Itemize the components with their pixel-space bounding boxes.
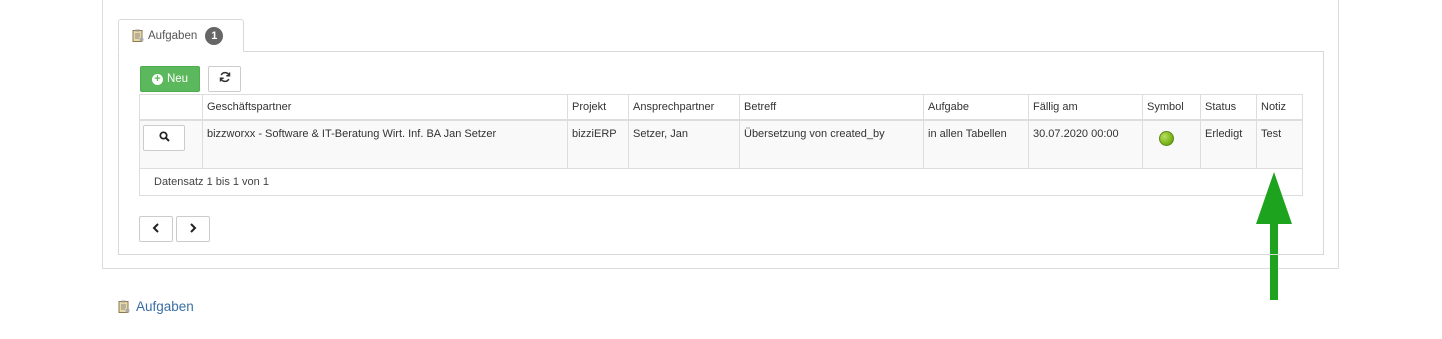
- tab-label: Aufgaben: [148, 29, 198, 42]
- tab-content-panel: [118, 51, 1324, 255]
- clipboard-icon: [118, 300, 130, 313]
- aufgaben-link[interactable]: Aufgaben: [118, 299, 194, 314]
- tab-aufgaben[interactable]: Aufgaben 1: [118, 19, 244, 52]
- count-badge: 1: [205, 26, 224, 45]
- clipboard-icon: [132, 29, 144, 42]
- aufgaben-link-label: Aufgaben: [136, 299, 194, 314]
